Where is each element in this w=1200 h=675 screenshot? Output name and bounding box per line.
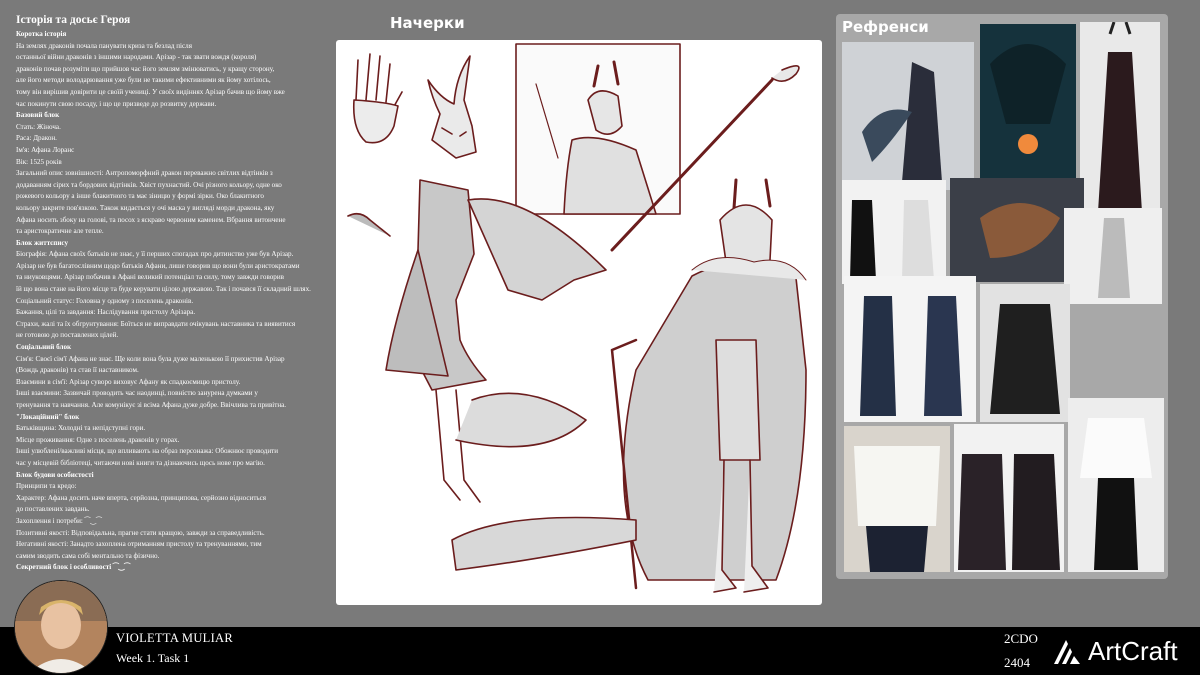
story-line: та ниуковцями. Арізар побачив в Афані ве… [16,273,284,282]
story-line: та аристократичне але тепле. [16,227,104,236]
story-line: Позитивні якості: Відповідальна, прагне … [16,528,265,537]
story-line: Раса: Дракон. [16,134,57,143]
story-lines: Коротка історія На землях драконів почала… [16,29,331,574]
story-line: Взаємини в сім'ї: Арізар суворо виховує … [16,377,241,386]
author-name: VIOLETTA MULIAR [116,631,234,645]
story-line: Місце проживання: Одне з поселень дракон… [16,435,180,444]
story-section-heading: Соціальний блок [16,343,72,352]
back-view-sketch [347,179,607,503]
story-line: час у місцевій бібліотеці, читаючи нові … [16,458,265,467]
story-line: до поставлених завдань. [16,505,90,514]
reference-image-dark-robes [954,424,1064,572]
story-section-heading: Базовий блок [16,111,60,120]
story-section-heading: Блок життєпису [16,238,69,247]
mask-sketch [427,55,477,159]
story-line: але його методи володарювання уже були н… [16,76,271,85]
story-line: Принципи та кредо: [16,482,77,491]
story-line: не готовою до поставлених цілей. [16,331,119,340]
story-line: Інші улюблені/важливі місця, що впливают… [16,447,279,456]
reference-image-outfit-sheet [842,180,946,284]
reference-image-white-blouse [1068,398,1164,572]
sketch-board [336,40,822,605]
story-section-heading: Секретний блок і особливості ⁀‿⁀ [16,563,131,572]
hero-story: Історія та досьє Героя Коротка історія На… [16,12,331,574]
artcraft-logo-icon [1052,634,1082,673]
story-line: Батьківщина: Холодні та непідступні гори… [16,424,146,433]
story-line: Арізар не був багатослівним щодо батьків… [16,261,300,270]
story-line: Афана носить збоку на голові, та посох з… [16,215,286,224]
reference-image-blue-dresses [844,276,976,422]
references-title: Рефренси [842,18,929,36]
references-panel: Рефренси [836,14,1168,579]
story-line: Бажання, цілі та завдання: Наслідування … [16,308,196,317]
story-line: Соціальний статус: Головна у одному з по… [16,296,194,305]
story-line: Вік: 1525 років [16,157,62,166]
story-line: Страхи, жалі та їх обгрунтування: Боїтьс… [16,319,296,328]
hand-sketch [352,53,403,144]
story-line: Характер: Афана досить наче вперта, серй… [16,493,267,502]
story-line: Стать: Жіноча. [16,122,61,131]
story-line: їй що вона стане на його місце та буде к… [16,285,311,294]
reference-image-feather-cloak [980,284,1070,422]
sketches-title: Начерки [390,14,465,32]
author-avatar [14,580,108,674]
year-code: 2404 [1004,655,1030,670]
story-line: час покинути свою посаду, і що це призве… [16,99,217,108]
story-line: кольору закрите пов'язкою. Також кидаєть… [16,203,275,212]
story-line: Негативні якості: Занадто захоплена отри… [16,540,262,549]
story-line: Загальний опис зовнішності: Антропоморфн… [16,169,273,178]
task-label: Week 1. Task 1 [116,651,190,665]
story-line: Ім'я: Афана Лоранс [16,145,75,154]
reference-image-skeleton [1064,208,1162,304]
story-section-heading: Коротка історія [16,30,67,38]
reference-image-dragon-knight [842,42,974,190]
reference-image-dragon-glow [980,24,1076,186]
story-line: драконів почав розуміти що прийшов час й… [16,64,275,73]
story-line: Інші взаємини: Зазвичай проводить час на… [16,389,258,398]
sketch-drawings [347,43,807,593]
story-title: Історія та досьє Героя [16,14,131,26]
story-line: додаванням сірих та бордових відтінків. … [16,180,282,189]
story-line: останньої війни драконів з іншими народа… [16,53,257,62]
story-line: Сім'я: Своєї сім'ї Афана не знає. Ще кол… [16,354,285,363]
story-line: Захоплення і потреби: ⁀‿⁀ [16,516,102,525]
reference-image-dark-coat [1080,22,1160,218]
story-line: самим зводить сама собі ментально та фіз… [16,551,160,560]
story-line: На землях драконів почала панувати криза… [16,41,192,50]
story-section-heading: "Локаційний" блок [16,412,80,421]
reference-image-ruffled-shirt [844,426,950,572]
story-line: рожевого кольору а інше блакитного та ма… [16,192,264,201]
story-line: тренування та навчання. Але комунікує зі… [16,401,287,409]
group-code: 2CDO [1004,631,1038,646]
story-section-heading: Блок будови особистості [16,470,94,479]
story-line: Біографія: Афана своїх батьків не знає, … [16,250,294,259]
story-line: (Вождь драконів) та став її наставником. [16,366,139,375]
story-line: тому він вирішив довірити це своїй учени… [16,87,285,96]
brand-name: ArtCraft [1088,636,1178,666]
